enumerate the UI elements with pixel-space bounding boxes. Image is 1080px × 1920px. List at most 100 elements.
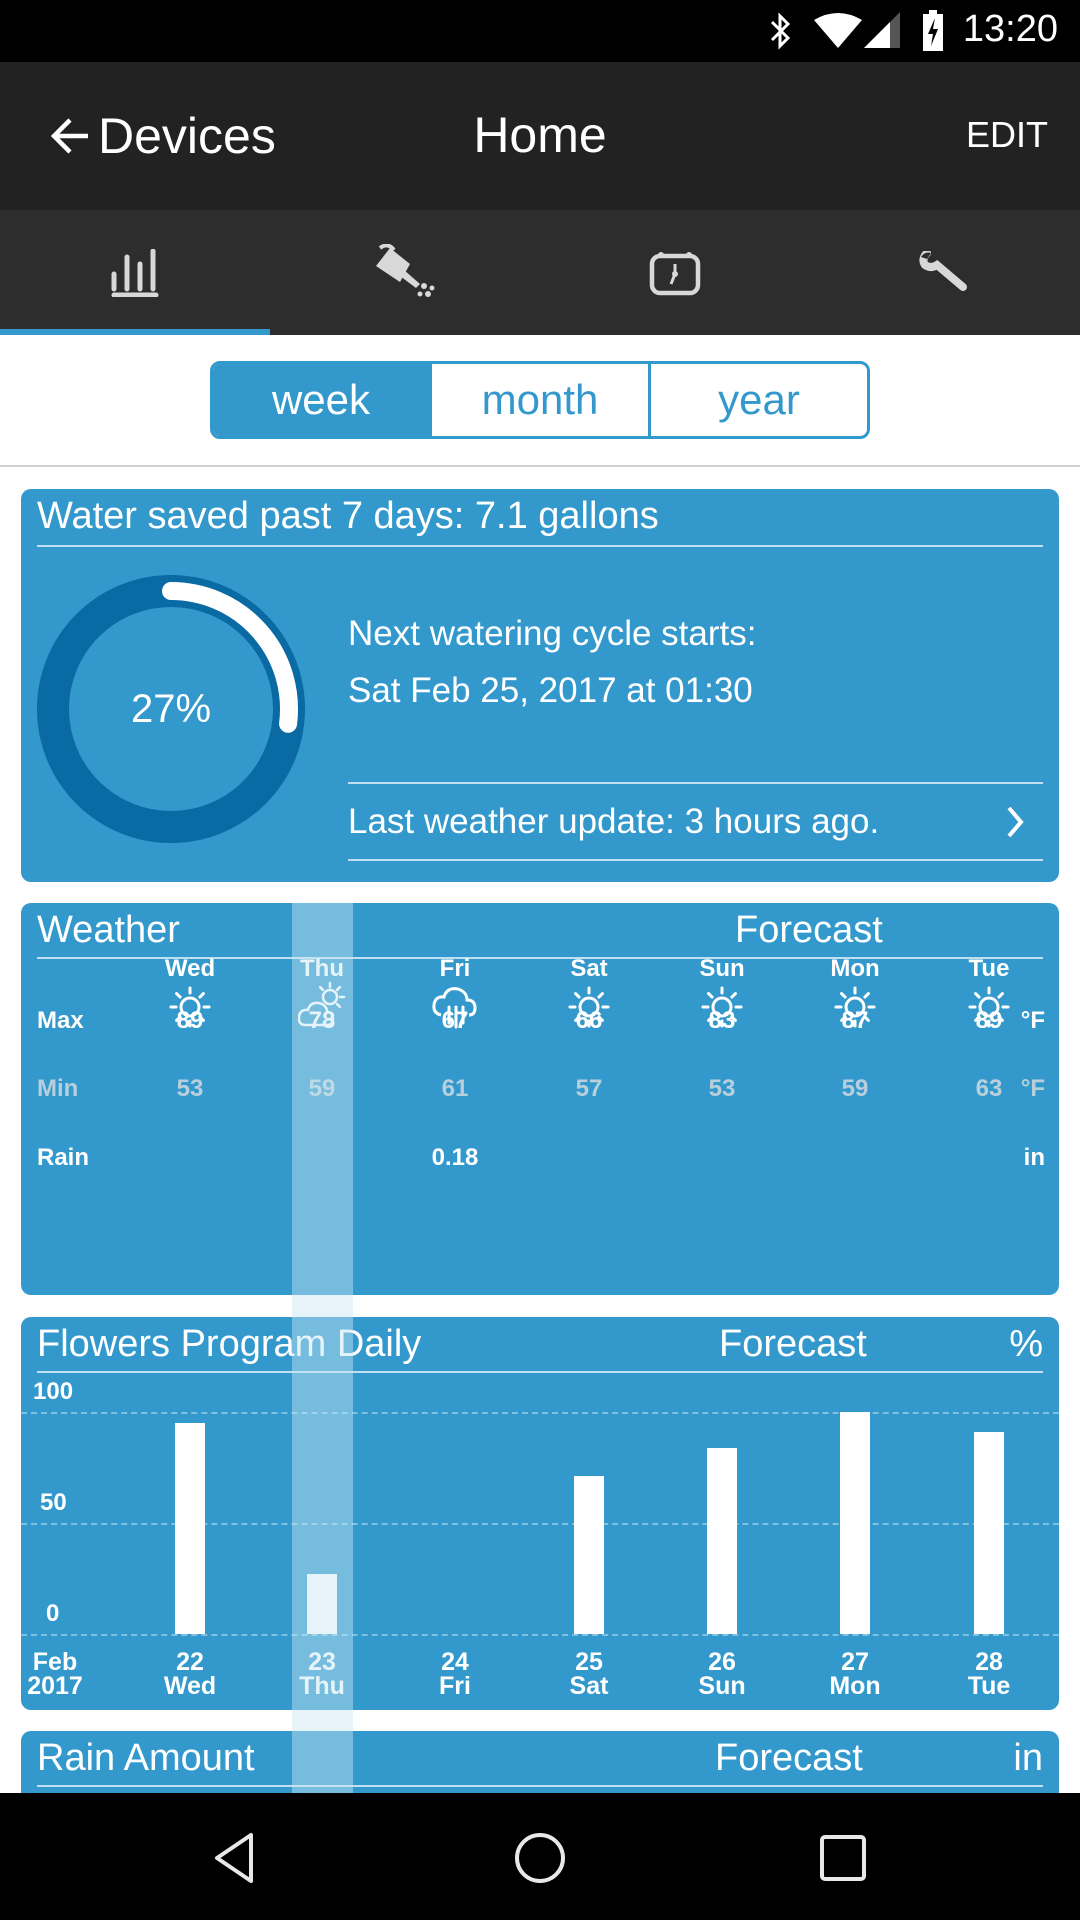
water-saved-title: Water saved past 7 days: 7.1 gallons — [37, 495, 659, 537]
max-row-label: Max — [37, 1007, 84, 1034]
weather-update-text: Last weather update: 3 hours ago. — [348, 802, 880, 841]
y-tick-label: 0 — [46, 1600, 60, 1627]
nav-recents-button[interactable] — [808, 1823, 878, 1893]
edit-button[interactable]: EDIT — [966, 114, 1048, 156]
x-tick-label: 22 Wed — [163, 1648, 217, 1700]
nav-back-button[interactable] — [200, 1823, 270, 1893]
back-to-devices-button[interactable]: Devices — [48, 104, 276, 168]
day-label: Mon — [830, 955, 880, 982]
x-tick-label: 28 Tue — [968, 1648, 1011, 1699]
x-tick-day: 22 — [176, 1648, 204, 1676]
bar-thu[interactable] — [307, 1574, 337, 1634]
period-month[interactable]: month — [429, 364, 648, 436]
x-origin-year: 2017 — [27, 1672, 83, 1700]
min-unit: °F — [1020, 1075, 1045, 1102]
x-tick-label: 27 Mon — [829, 1648, 881, 1700]
cell-signal-icon — [864, 12, 900, 48]
tab-bar — [0, 210, 1080, 335]
min-temp: 61 — [441, 1075, 469, 1102]
min-temp: 59 — [308, 1075, 336, 1102]
tab-schedule[interactable] — [540, 210, 810, 335]
bar-mon[interactable] — [840, 1412, 870, 1634]
x-tick-weekday: Mon — [829, 1672, 881, 1700]
weather-forecast-label: Forecast — [735, 909, 883, 951]
program-chart-card: Flowers Program Daily Forecast % 100 50 0 2… — [21, 1317, 1059, 1710]
min-row-label: Min — [37, 1075, 79, 1102]
weather-card: Weather Forecast Max Min Rain Wed 89 53 Thu… — [21, 903, 1059, 1295]
gridline — [21, 1634, 1059, 1636]
rain-unit-label: in — [1013, 1737, 1043, 1779]
min-temp: 53 — [176, 1075, 204, 1102]
y-tick-label: 100 — [33, 1378, 74, 1405]
nav-home-button[interactable] — [505, 1823, 575, 1893]
status-time: 13:20 — [962, 8, 1058, 50]
rain-forecast-label: Forecast — [715, 1737, 863, 1779]
min-temp: 59 — [841, 1075, 869, 1102]
period-week[interactable]: week — [213, 364, 429, 436]
rain-amount: 0.18 — [431, 1144, 479, 1171]
min-temp: 63 — [975, 1075, 1003, 1102]
x-origin-label: Feb 2017 — [27, 1648, 83, 1700]
system-nav-bar — [0, 1793, 1080, 1920]
back-arrow-icon — [50, 118, 88, 154]
water-saved-card: Water saved past 7 days: 7.1 gallons 27%… — [21, 489, 1059, 882]
x-tick-day: 28 — [975, 1648, 1003, 1676]
battery-charging-icon — [923, 10, 943, 51]
day-label: Fri — [439, 955, 471, 982]
page-title: Home — [473, 107, 607, 163]
day-label: Wed — [164, 955, 216, 982]
donut-percent-label: 27% — [130, 686, 212, 731]
home-nav-icon — [515, 1833, 565, 1883]
chevron-right-icon — [1007, 806, 1024, 838]
day-label: Sat — [570, 955, 608, 982]
next-cycle-label: Next watering cycle starts: — [348, 614, 757, 653]
tab-statistics[interactable] — [0, 210, 270, 335]
bar-sat[interactable] — [574, 1476, 604, 1634]
max-temp: 83 — [708, 1007, 736, 1034]
x-tick-weekday: Wed — [163, 1672, 217, 1700]
max-temp: 66 — [575, 1007, 603, 1034]
x-origin-month: Feb — [32, 1648, 78, 1676]
divider — [0, 465, 1080, 467]
max-unit: °F — [1020, 1007, 1045, 1034]
x-tick-label: 24 Fri — [439, 1648, 471, 1700]
rain-row-label: Rain — [37, 1144, 90, 1171]
max-temp: 78 — [308, 1007, 336, 1034]
day-label: Thu — [300, 955, 344, 982]
next-cycle-value: Sat Feb 25, 2017 at 01:30 — [348, 671, 753, 710]
rain-amount-title: Rain Amount — [37, 1737, 255, 1779]
status-bar: 13:20 — [0, 0, 1080, 62]
calendar-clock-icon — [649, 251, 701, 295]
tab-watering[interactable] — [270, 210, 540, 335]
x-tick-day: 23 — [308, 1648, 336, 1676]
x-tick-day: 24 — [441, 1648, 469, 1676]
min-temp: 53 — [708, 1075, 736, 1102]
weather-update-divider-bottom — [348, 859, 1043, 861]
x-tick-day: 25 — [575, 1648, 603, 1676]
wifi-icon — [814, 13, 862, 48]
day-label: Sun — [699, 955, 745, 982]
period-selector: week month year — [210, 361, 870, 439]
bar-wed[interactable] — [175, 1423, 205, 1634]
tab-settings[interactable] — [810, 210, 1080, 335]
x-tick-weekday: Sat — [569, 1672, 609, 1700]
bar-tue[interactable] — [974, 1431, 1004, 1634]
y-tick-label: 50 — [40, 1489, 67, 1516]
x-tick-day: 27 — [841, 1648, 869, 1676]
max-temp: 67 — [441, 1007, 469, 1034]
weather-update-row[interactable]: Last weather update: 3 hours ago. — [348, 784, 1043, 860]
back-nav-icon — [215, 1833, 253, 1883]
x-tick-label: 25 Sat — [569, 1648, 609, 1700]
rain-unit: in — [1023, 1144, 1045, 1171]
x-tick-label: 26 Sun — [698, 1650, 745, 1699]
back-label: Devices — [98, 108, 276, 164]
bar-sun[interactable] — [707, 1447, 737, 1634]
period-year[interactable]: year — [648, 364, 867, 436]
x-tick-weekday: Fri — [439, 1672, 471, 1700]
x-tick-label: 23 Thu — [299, 1648, 345, 1699]
bluetooth-icon — [770, 12, 791, 50]
recents-nav-icon — [820, 1835, 866, 1881]
active-tab-indicator — [0, 329, 270, 335]
gridline — [21, 1412, 1059, 1414]
wrench-icon — [919, 250, 967, 291]
